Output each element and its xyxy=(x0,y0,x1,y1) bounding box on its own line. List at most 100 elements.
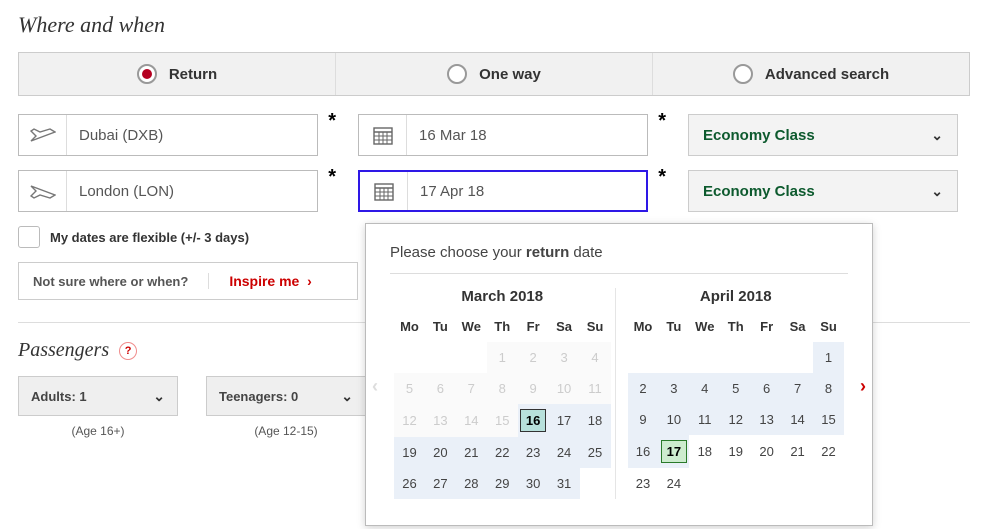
adults-value: Adults: 1 xyxy=(31,389,87,404)
chevron-down-icon: ⌄ xyxy=(931,183,943,200)
calendar-day[interactable]: 5 xyxy=(720,373,751,404)
flexible-dates-checkbox[interactable] xyxy=(18,226,40,248)
calendar-next-button[interactable]: › xyxy=(860,376,866,397)
plane-landing-icon xyxy=(19,171,67,211)
calendar-day[interactable]: 3 xyxy=(658,373,689,404)
required-asterisk: * xyxy=(658,166,666,189)
return-date-value: 17 Apr 18 xyxy=(408,183,484,200)
calendar-day[interactable]: 24 xyxy=(549,437,580,468)
page-title: Where and when xyxy=(18,12,970,38)
calendar-day: 7 xyxy=(456,373,487,404)
calendar-day[interactable]: 20 xyxy=(425,437,456,468)
calendar-day[interactable]: 8 xyxy=(813,373,844,404)
calendar-day[interactable]: 2 xyxy=(628,373,659,404)
teenagers-select[interactable]: Teenagers: 0 ⌄ xyxy=(206,376,366,416)
required-asterisk: * xyxy=(658,110,666,133)
calendar-day[interactable]: 21 xyxy=(456,437,487,468)
calendar-day[interactable]: 12 xyxy=(720,404,751,435)
calendar-icon xyxy=(359,115,407,155)
calendar-day[interactable]: 28 xyxy=(456,468,487,499)
return-date-input[interactable]: 17 Apr 18 xyxy=(358,170,648,212)
calendar-day[interactable]: 17 xyxy=(658,435,689,468)
calendar-day[interactable]: 15 xyxy=(813,404,844,435)
date-picker-instruction: Please choose your return date xyxy=(390,244,848,274)
calendar-day[interactable]: 27 xyxy=(425,468,456,499)
calendar-day[interactable]: 6 xyxy=(751,373,782,404)
calendar-day[interactable]: 11 xyxy=(689,404,720,435)
calendar-day: 15 xyxy=(487,404,518,437)
outbound-class-select[interactable]: Economy Class ⌄ xyxy=(688,114,958,156)
flexible-dates-label: My dates are flexible (+/- 3 days) xyxy=(50,230,249,245)
calendar-day[interactable]: 23 xyxy=(628,468,659,499)
inspire-box: Not sure where or when? Inspire me › xyxy=(18,262,358,300)
calendar-day[interactable]: 10 xyxy=(658,404,689,435)
calendar-day[interactable]: 22 xyxy=(487,437,518,468)
teenagers-subtext: (Age 12-15) xyxy=(206,424,366,438)
trip-type-oneway[interactable]: One way xyxy=(335,53,652,95)
calendar-day: 9 xyxy=(518,373,549,404)
calendar-prev-button[interactable]: ‹ xyxy=(372,376,378,397)
from-airport-value: Dubai (DXB) xyxy=(67,127,163,144)
calendar-day[interactable]: 7 xyxy=(782,373,813,404)
trip-type-label: Return xyxy=(169,66,217,83)
trip-type-advanced[interactable]: Advanced search xyxy=(652,53,969,95)
calendar-day[interactable]: 30 xyxy=(518,468,549,499)
adults-select[interactable]: Adults: 1 ⌄ xyxy=(18,376,178,416)
calendar-day: 10 xyxy=(549,373,580,404)
calendar-day[interactable]: 29 xyxy=(487,468,518,499)
chevron-down-icon: ⌄ xyxy=(153,388,165,405)
calendar-day: 3 xyxy=(549,342,580,373)
calendar-day[interactable]: 16 xyxy=(518,404,549,437)
calendar-day[interactable]: 18 xyxy=(689,435,720,468)
radio-icon xyxy=(447,64,467,84)
calendar-day[interactable]: 17 xyxy=(549,404,580,437)
calendar-day[interactable]: 24 xyxy=(658,468,689,499)
class-value: Economy Class xyxy=(703,127,815,144)
trip-type-label: Advanced search xyxy=(765,66,889,83)
calendar-day[interactable]: 25 xyxy=(580,437,611,468)
calendar-day: 13 xyxy=(425,404,456,437)
calendar-day[interactable]: 26 xyxy=(394,468,425,499)
calendar-day[interactable]: 22 xyxy=(813,435,844,468)
depart-date-input[interactable]: 16 Mar 18 xyxy=(358,114,648,156)
calendar-icon xyxy=(360,172,408,210)
depart-date-value: 16 Mar 18 xyxy=(407,127,487,144)
calendar-month-right: April 2018 MoTuWeThFrSaSu123456789101112… xyxy=(615,288,849,499)
teenagers-value: Teenagers: 0 xyxy=(219,389,298,404)
to-airport-value: London (LON) xyxy=(67,183,174,200)
calendar-day[interactable]: 9 xyxy=(628,404,659,435)
adults-subtext: (Age 16+) xyxy=(18,424,178,438)
calendar-day: 11 xyxy=(580,373,611,404)
trip-type-return[interactable]: Return xyxy=(19,53,335,95)
calendar-day[interactable]: 19 xyxy=(394,437,425,468)
calendar-day[interactable]: 31 xyxy=(549,468,580,499)
inbound-class-select[interactable]: Economy Class ⌄ xyxy=(688,170,958,212)
calendar-day[interactable]: 20 xyxy=(751,435,782,468)
calendar-day: 8 xyxy=(487,373,518,404)
to-airport-input[interactable]: London (LON) xyxy=(18,170,318,212)
month-name: April 2018 xyxy=(628,288,845,305)
calendar-day: 4 xyxy=(580,342,611,373)
calendar-day: 5 xyxy=(394,373,425,404)
calendar-day[interactable]: 19 xyxy=(720,435,751,468)
calendar-day[interactable]: 4 xyxy=(689,373,720,404)
from-airport-input[interactable]: Dubai (DXB) xyxy=(18,114,318,156)
required-asterisk: * xyxy=(328,166,336,189)
calendar-day: 14 xyxy=(456,404,487,437)
calendar-day[interactable]: 21 xyxy=(782,435,813,468)
calendar-day: 2 xyxy=(518,342,549,373)
calendar-day[interactable]: 16 xyxy=(628,435,659,468)
calendar-day[interactable]: 1 xyxy=(813,342,844,373)
calendar-day[interactable]: 18 xyxy=(580,404,611,437)
inspire-me-link[interactable]: Inspire me › xyxy=(208,273,311,289)
calendar-month-left: March 2018 MoTuWeThFrSaSu123456789101112… xyxy=(390,288,615,499)
calendar-day[interactable]: 13 xyxy=(751,404,782,435)
chevron-down-icon: ⌄ xyxy=(341,388,353,405)
calendar-day[interactable]: 23 xyxy=(518,437,549,468)
chevron-right-icon: › xyxy=(303,273,312,289)
chevron-down-icon: ⌄ xyxy=(931,127,943,144)
plane-takeoff-icon xyxy=(19,115,67,155)
calendar-day[interactable]: 14 xyxy=(782,404,813,435)
calendar-day: 1 xyxy=(487,342,518,373)
help-icon[interactable]: ? xyxy=(119,342,137,360)
